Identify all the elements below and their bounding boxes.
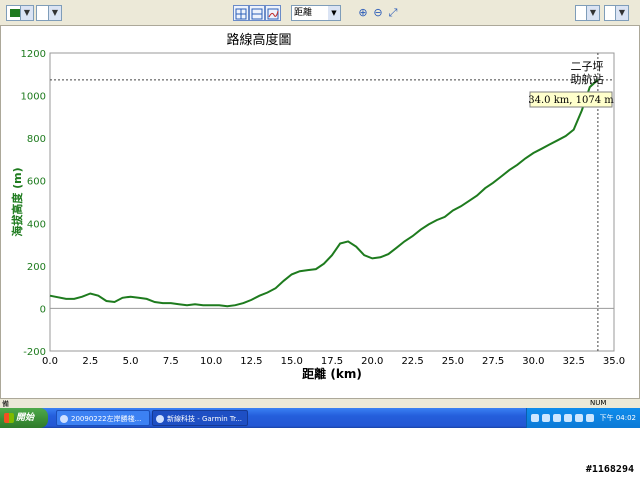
zoom-out-icon[interactable]: ⊖ [371,6,385,20]
y-tick-label: 1200 [21,49,46,60]
taskbar-item-garmin[interactable]: 新線科技 - Garmin Tr... [152,410,248,426]
profile-line-icon[interactable] [265,5,281,21]
color-dropdown-arrow[interactable]: ▼ [20,5,34,21]
x-axis-label: 距離 (km) [302,366,362,381]
tray-icon[interactable] [564,414,572,422]
x-tick-label: 12.5 [240,356,262,367]
x-tick-label: 27.5 [482,356,504,367]
clock[interactable]: 下午 04:02 [600,408,636,428]
x-tick-label: 2.5 [82,356,98,367]
right-dropdown-arrow-1[interactable]: ▼ [586,5,600,21]
distance-select[interactable]: 距離 ▼ [291,5,341,21]
grid-horizontal-icon[interactable] [249,5,265,21]
taskbar-item-label: 新線科技 - Garmin Tr... [167,415,243,423]
tray-icon[interactable] [553,414,561,422]
tooltip-text: 34.0 km, 1074 m [528,95,614,106]
browser-icon [60,415,68,423]
status-bar: 備 NUM [0,398,640,408]
zoom-fit-icon[interactable]: ⤢ [386,6,400,20]
system-tray: 下午 04:02 [526,408,640,428]
y-tick-label: 0 [40,304,46,315]
waypoint-label-line2: 助航站 [571,72,604,86]
elevation-chart[interactable]: 0.0 2.5 5.0 7.5 10.0 12.5 15.0 17.5 20.0 22.5 25.0… [1,26,639,398]
style-dropdown-arrow[interactable]: ▼ [48,5,62,21]
taskbar-item-browser[interactable]: 20090222左岸勝棧... [56,410,150,426]
tray-icon[interactable] [542,414,550,422]
garmin-icon [156,415,164,423]
taskbar-item-label: 20090222左岸勝棧... [71,415,142,423]
x-tick-label: 30.0 [522,356,544,367]
x-tick-label: 35.0 [603,356,625,367]
y-tick-label: 600 [27,177,46,188]
distance-select-value: 距離 [294,8,313,18]
tray-icon[interactable] [586,414,594,422]
tray-icon[interactable] [531,414,539,422]
x-tick-label: 20.0 [361,356,383,367]
y-tick-label: 400 [27,219,46,230]
app-window: ▼ ▼ 距離 ▼ ⊕ ⊖ ⤢ ▼ ▼ 0.0 2.5 5.0 7.5 10.0 12.5 1… [0,0,640,480]
grid-cross-icon[interactable] [233,5,249,21]
start-button[interactable]: 開始 [0,408,48,428]
x-tick-label: 17.5 [321,356,343,367]
elevation-chart-panel: 0.0 2.5 5.0 7.5 10.0 12.5 15.0 17.5 20.0 22.5 25.0… [0,26,640,398]
right-dropdown-arrow-2[interactable]: ▼ [615,5,629,21]
y-tick-label: -200 [23,347,46,358]
zoom-in-icon[interactable]: ⊕ [356,6,370,20]
x-tick-label: 15.0 [281,356,303,367]
y-tick-label: 800 [27,134,46,145]
x-tick-label: 10.0 [200,356,222,367]
x-tick-label: 7.5 [163,356,179,367]
waypoint-label-line1: 二子坪 [571,60,604,73]
toolbar: ▼ ▼ 距離 ▼ ⊕ ⊖ ⤢ ▼ ▼ [0,0,640,26]
x-tick-label: 25.0 [442,356,464,367]
taskbar: 開始 20090222左岸勝棧... 新線科技 - Garmin Tr... 下… [0,408,640,428]
x-tick-label: 5.0 [123,356,139,367]
y-tick-label: 1000 [21,92,46,103]
watermark: #1168294 [585,464,634,475]
y-tick-label: 200 [27,262,46,273]
num-lock-indicator: NUM [590,399,607,407]
x-tick-label: 22.5 [401,356,423,367]
start-label: 開始 [16,413,35,423]
x-tick-label: 32.5 [563,356,585,367]
tray-icon[interactable] [575,414,583,422]
chart-title: 路線高度圖 [226,32,291,48]
y-axis-label: 海拔高度 (m) [10,167,24,236]
chevron-down-icon: ▼ [328,6,340,20]
windows-flag-icon [4,413,14,423]
